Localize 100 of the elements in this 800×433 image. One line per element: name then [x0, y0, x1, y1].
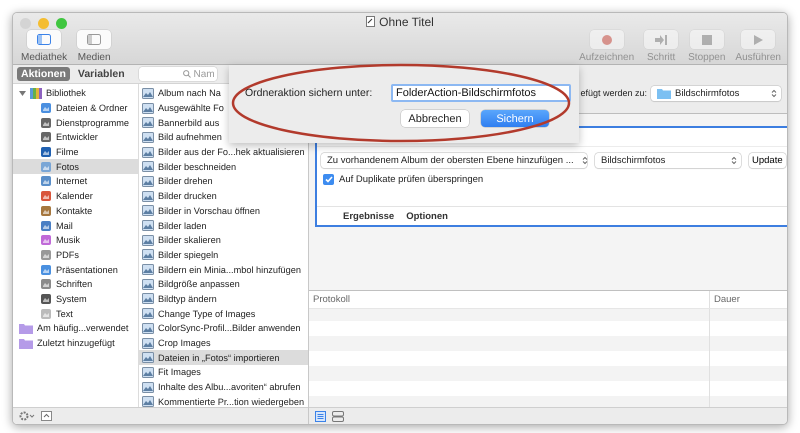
tree-item[interactable]: System	[13, 292, 138, 306]
action-item[interactable]: Bilder in Vorschau öffnen	[139, 204, 308, 218]
tab[interactable]: Variablen	[74, 67, 129, 81]
action-item[interactable]: Bildtyp ändern	[139, 292, 308, 306]
tree-item[interactable]: Filme	[13, 144, 138, 160]
collapse-icon[interactable]	[41, 411, 52, 421]
tree-item[interactable]: Musik	[13, 232, 138, 248]
image-icon	[142, 249, 154, 260]
action-item[interactable]: Bilder spiegeln	[139, 248, 308, 262]
stepper-icon	[771, 88, 777, 98]
tree-item[interactable]: PDFs	[13, 248, 138, 262]
image-icon	[142, 366, 154, 378]
tree-item[interactable]: Dienstprogramme	[13, 115, 138, 130]
album-name-popup[interactable]: Bildschirmfotos	[595, 153, 741, 168]
card-tab[interactable]: Ergebnisse	[343, 210, 394, 222]
disclosure-triangle-icon	[19, 90, 26, 97]
cancel-button[interactable]: Abbrechen	[401, 110, 469, 127]
checkbox[interactable]	[323, 174, 334, 185]
action-item[interactable]: Bilder drehen	[139, 174, 308, 189]
folder-icon	[657, 88, 671, 98]
image-icon	[142, 322, 154, 334]
action-item[interactable]: Bildgröße anpassen	[139, 276, 308, 292]
image-icon	[142, 308, 154, 320]
action-item[interactable]: Bilder beschneiden	[139, 159, 308, 174]
tree-item[interactable]: Dateien & Ordner	[13, 100, 138, 116]
tab[interactable]: Aktionen	[17, 67, 70, 81]
action-item[interactable]: Fit Images	[139, 365, 308, 380]
action-item[interactable]: Change Type of Images	[139, 306, 308, 321]
split-icon	[332, 410, 344, 422]
image-icon	[142, 293, 154, 304]
sidebar-icon	[37, 34, 52, 45]
action-item[interactable]: Bilder drucken	[139, 188, 308, 204]
minimize-button[interactable]	[38, 18, 49, 29]
image-icon	[142, 278, 154, 290]
tree-item[interactable]: Am häufig...verwendet	[13, 321, 138, 336]
window-title: Ohne Titel	[379, 14, 434, 28]
list-view-button[interactable]	[315, 410, 326, 422]
library-toggle[interactable]	[27, 30, 62, 49]
image-icon	[142, 161, 154, 172]
tree-item[interactable]: Kalender	[13, 188, 138, 204]
category-icon	[40, 116, 52, 129]
toolbar-label: Mediathek	[21, 52, 68, 63]
image-icon	[142, 220, 154, 232]
category-icon	[40, 160, 52, 173]
list-icon	[315, 410, 326, 422]
tree-item[interactable]: Internet	[13, 174, 138, 189]
folder-icon	[19, 322, 33, 334]
split-view-button[interactable]	[332, 410, 344, 422]
media-toggle[interactable]	[77, 30, 112, 49]
zoom-button[interactable]	[56, 18, 67, 29]
tree-item[interactable]: Zuletzt hinzugefügt	[13, 336, 138, 350]
category-icon	[40, 204, 52, 217]
toolbar-label: Schritt	[646, 52, 676, 63]
category-icon	[40, 292, 52, 305]
field-label: Ordneraktion sichern unter:	[245, 87, 372, 99]
action-item[interactable]: Bilder aus der Fo...hek aktualisieren	[139, 144, 308, 160]
action-item[interactable]: Bilder skalieren	[139, 232, 308, 248]
folder-icon	[19, 338, 33, 349]
image-icon	[142, 234, 154, 246]
action-item[interactable]: Inhalte des Albu...avoriten“ abrufen	[139, 380, 308, 394]
tree-item[interactable]: Text	[13, 306, 138, 321]
tree-item[interactable]: Entwickler	[13, 130, 138, 145]
tree-item[interactable]: Fotos	[13, 159, 138, 174]
folder-popup[interactable]: Bildschirmfotos	[651, 86, 781, 100]
tree-item[interactable]: Bibliothek	[13, 86, 138, 101]
action-item[interactable]: Dateien in „Fotos“ importieren	[139, 350, 308, 366]
action-item[interactable]: Bildern ein Minia...mbol hinzufügen	[139, 262, 308, 277]
stepper-icon	[582, 156, 588, 165]
image-icon	[142, 352, 154, 364]
tree-item[interactable]: Präsentationen	[13, 262, 138, 277]
action-item[interactable]: Kommentierte Pr...tion wiedergeben	[139, 394, 308, 407]
album-popup[interactable]: Zu vorhandenem Album der obersten Ebene hinzufügen ...	[321, 153, 587, 168]
category-icon	[40, 264, 52, 276]
tree-item[interactable]: Schriften	[13, 276, 138, 292]
play-icon	[754, 34, 763, 44]
checkmark-icon	[324, 176, 332, 183]
category-icon	[40, 234, 52, 246]
action-item[interactable]: Bilder laden	[139, 218, 308, 233]
tree-item[interactable]: Kontakte	[13, 204, 138, 218]
update-button[interactable]: Update	[749, 153, 786, 168]
image-icon	[142, 117, 154, 128]
category-icon	[40, 278, 52, 290]
image-icon	[142, 338, 154, 349]
toolbar-label: Stoppen	[688, 52, 726, 63]
toolbar-label: Aufzeichnen	[579, 52, 634, 63]
gear-icon[interactable]	[19, 411, 35, 421]
toolbar-label: Ausführen	[735, 52, 781, 63]
checkbox-option[interactable]: Auf Duplikate prüfen überspringen	[317, 168, 787, 185]
image-icon	[142, 205, 154, 216]
action-item[interactable]: Crop Images	[139, 336, 308, 350]
step-icon	[655, 34, 668, 44]
action-item[interactable]: ColorSync-Profil...Bilder anwenden	[139, 321, 308, 336]
record-icon	[602, 34, 612, 44]
tree-item[interactable]: Mail	[13, 218, 138, 233]
name-input[interactable]: FolderAction-Bildschirmfotos	[391, 84, 571, 102]
library-icon	[30, 88, 42, 99]
card-tab[interactable]: Optionen	[406, 210, 448, 222]
image-icon	[142, 396, 154, 407]
category-icon	[40, 146, 52, 158]
category-icon	[40, 308, 52, 320]
